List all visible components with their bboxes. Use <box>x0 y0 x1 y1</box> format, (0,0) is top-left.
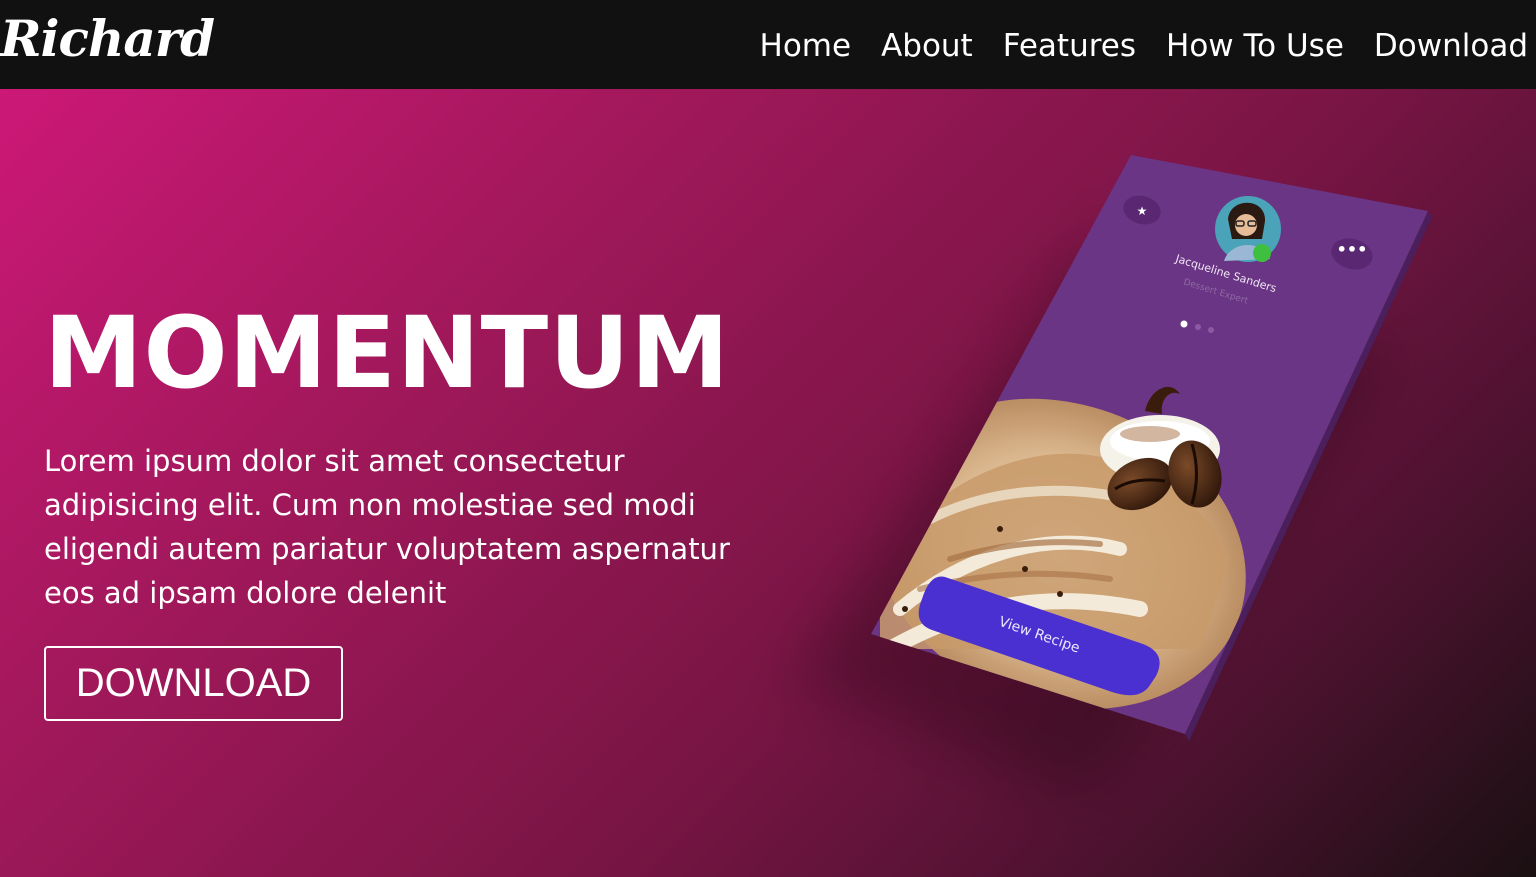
site-logo[interactable]: Richard <box>0 4 215 74</box>
nav-link-download[interactable]: Download <box>1374 24 1528 68</box>
nav-link-how-to-use[interactable]: How To Use <box>1166 24 1344 68</box>
nav-link-home[interactable]: Home <box>760 24 852 68</box>
star-icon: ★ <box>1137 204 1148 218</box>
avatar[interactable] <box>1215 196 1281 262</box>
hero-section: MOMENTUM Lorem ipsum dolor sit amet cons… <box>0 89 1536 877</box>
phone-mockup: ★ ••• Jacqueline Sanders Dessert Expert <box>871 155 1432 741</box>
nav-link-about[interactable]: About <box>881 24 973 68</box>
nav-link-features[interactable]: Features <box>1003 24 1136 68</box>
online-status-dot <box>1253 244 1271 262</box>
nav-links: Home About Features How To Use Download <box>760 24 1528 68</box>
navbar: Richard Home About Features How To Use D… <box>0 0 1536 89</box>
more-dots-icon: ••• <box>1337 240 1368 259</box>
